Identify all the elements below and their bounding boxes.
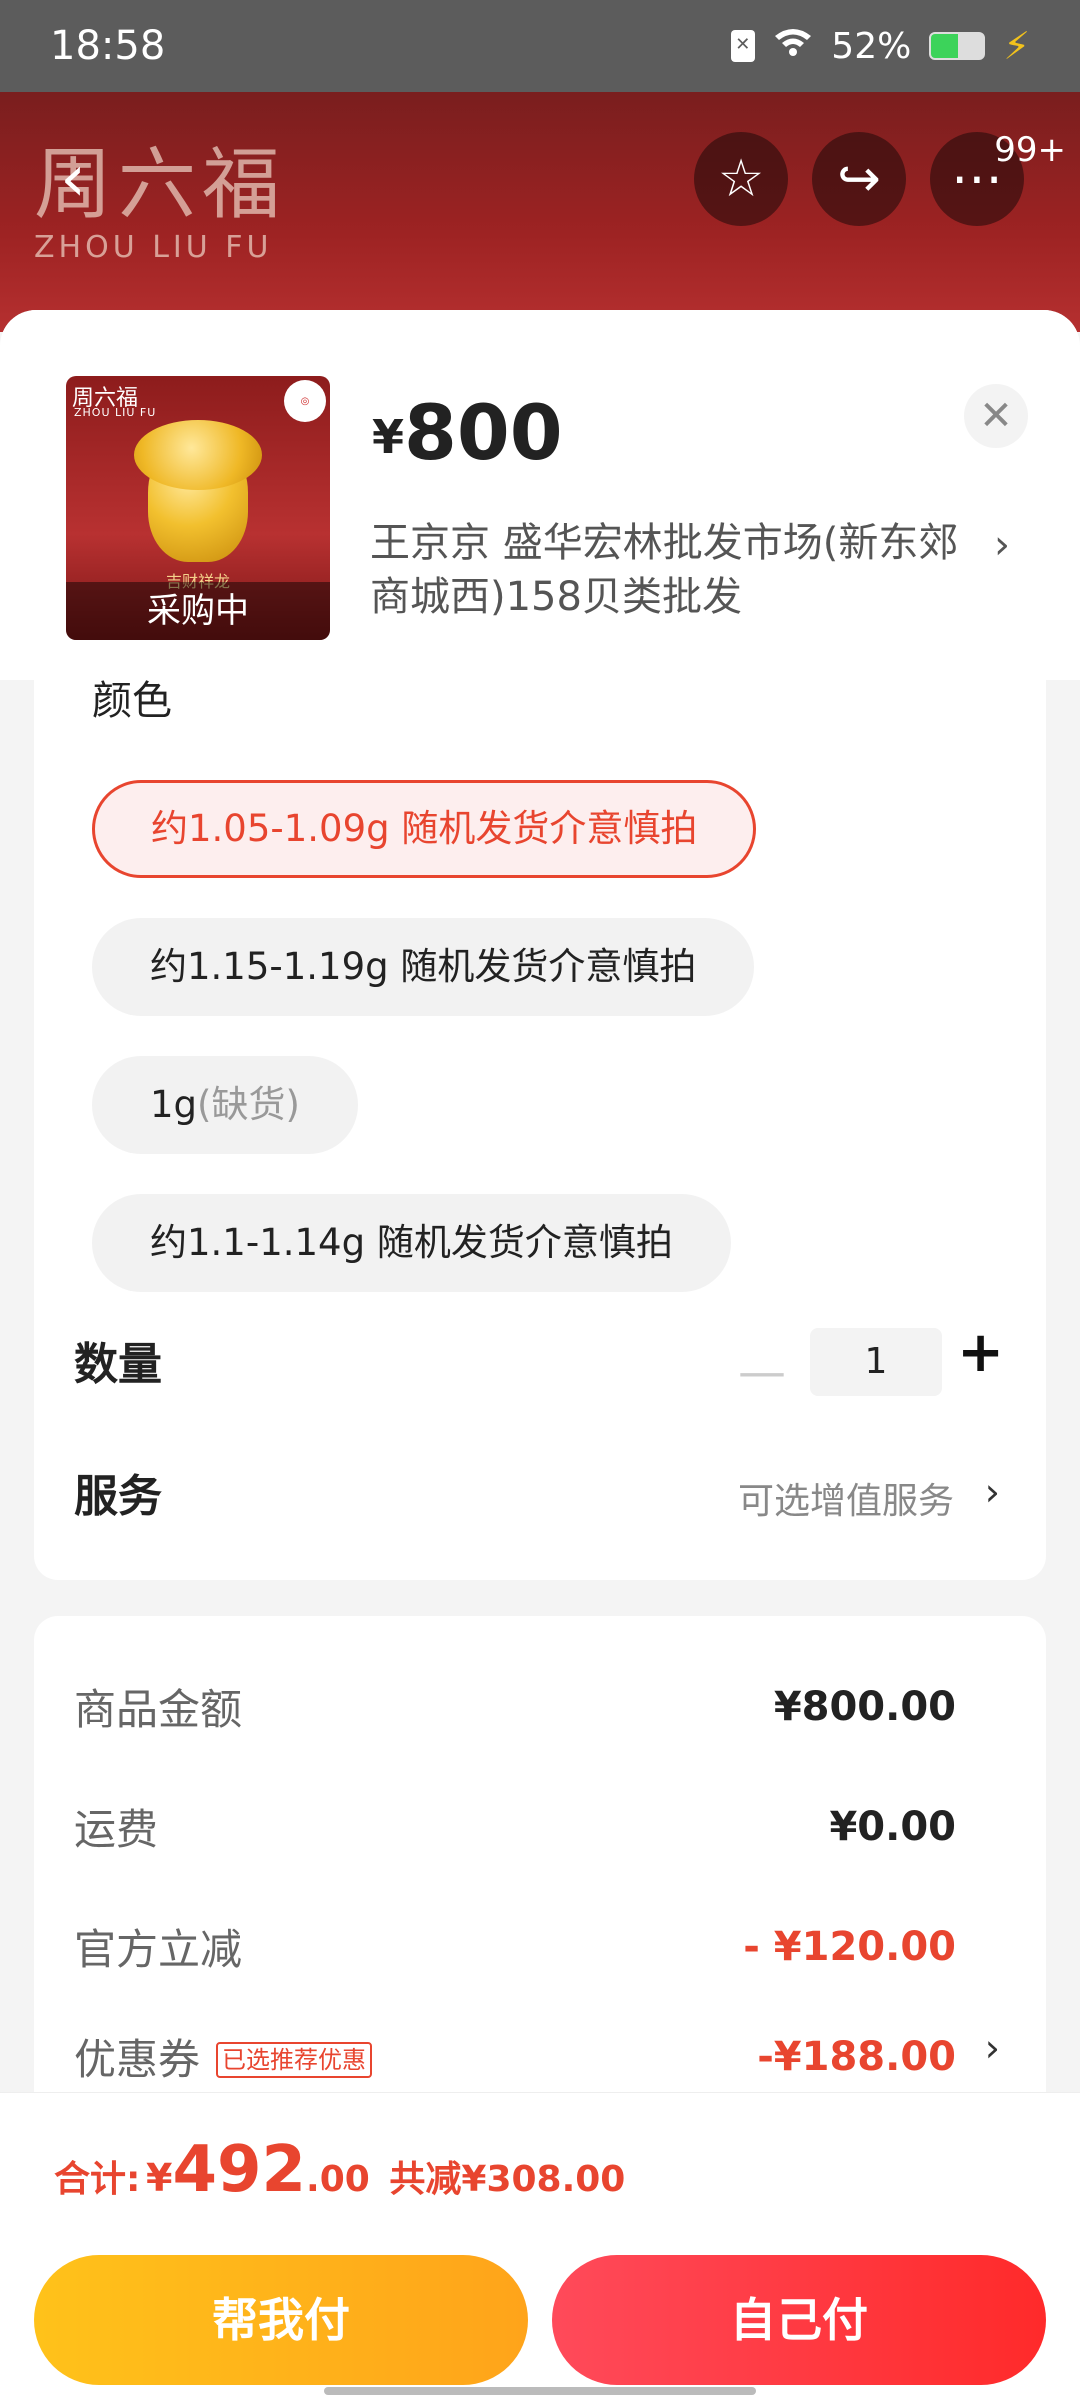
price-currency: ¥ [372,410,405,464]
checkout-bar: 合计: ¥492.00 共减¥308.00 帮我付 自己付 [0,2092,1080,2401]
coupon-label-group: 优惠券 已选推荐优惠 [74,2026,373,2087]
official-discount-value: - ¥120.00 [743,1923,956,1970]
spec-card: 颜色 约1.05-1.09g 随机发货介意慎拍 约1.15-1.19g 随机发货… [34,678,1046,1580]
spec-option-label: 1g [150,1083,198,1126]
spec-option[interactable]: 1g(缺货) [92,1056,358,1154]
spec-option[interactable]: 约1.1-1.14g 随机发货介意慎拍 [92,1194,731,1292]
wifi-icon [773,26,813,67]
product-summary: 周六福 ZHOU LIU FU ◎ 吉财祥龙 采购中 ¥800 ✕ 王京京 盛华… [0,310,1080,680]
shipping-label: 运费 [74,1805,159,1854]
brand-name-en: ZHOU LIU FU [34,230,273,265]
total-label: 合计: [54,2159,141,2200]
goods-amount-label: 商品金额 [74,1685,243,1734]
product-price: ¥800 [372,388,563,477]
coupon-value: -¥188.00 [757,2033,956,2080]
total-saved: 共减¥308.00 [389,2159,626,2200]
increment-button[interactable]: + [957,1320,1004,1385]
decrement-button[interactable]: — [738,1344,786,1400]
charging-icon: ⚡ [1003,24,1030,68]
spec-option-label: 约1.1-1.14g 随机发货介意慎拍 [150,1221,673,1264]
spec-option[interactable]: 约1.15-1.19g 随机发货介意慎拍 [92,918,755,1016]
battery-icon [929,32,986,60]
total-currency: ¥ [145,2156,173,2200]
self-pay-button[interactable]: 自己付 [552,2255,1046,2385]
goods-amount-row: 商品金额 ¥800.00 [74,1676,956,1737]
spec-option-label: 约1.15-1.19g 随机发货介意慎拍 [150,945,697,988]
share-icon: ↪ [837,149,881,209]
spec-option-stock: (缺货) [197,1083,300,1126]
product-thumbnail[interactable]: 周六福 ZHOU LIU FU ◎ 吉财祥龙 采购中 [66,376,330,640]
home-indicator[interactable] [324,2387,756,2395]
favorite-button[interactable]: ☆ [694,132,788,226]
shop-name[interactable]: 王京京 盛华宏林批发市场(新东郊商城西)158贝类批发 [370,516,960,624]
share-button[interactable]: ↪ [812,132,906,226]
total-integer: 492 [172,2133,307,2207]
shipping-value: ¥0.00 [829,1803,956,1850]
chevron-right-icon[interactable]: › [994,522,1010,568]
help-pay-button[interactable]: 帮我付 [34,2255,528,2385]
thumb-brand-en: ZHOU LIU FU [74,406,157,419]
quantity-label: 数量 [74,1339,162,1390]
battery-percent: 52% [831,25,912,67]
total-decimal: .00 [306,2159,370,2200]
official-discount-row: 官方立减 - ¥120.00 [74,1916,956,1977]
goods-amount-value: ¥800.00 [773,1683,956,1730]
total-line: 合计: ¥492.00 共减¥308.00 [54,2133,625,2207]
close-button[interactable]: ✕ [964,384,1028,448]
store-logo-icon: ◎ [284,380,326,422]
purchase-sheet: 周六福 ZHOU LIU FU ◎ 吉财祥龙 采购中 ¥800 ✕ 王京京 盛华… [0,310,1080,2400]
gold-dragon-image [134,420,262,562]
thumb-status: 采购中 [66,582,330,640]
spec-option[interactable]: 约1.05-1.09g 随机发货介意慎拍 [92,780,757,878]
coupon-tag: 已选推荐优惠 [216,2042,373,2078]
close-icon: ✕ [979,393,1013,439]
notification-badge: 99+ [994,130,1066,170]
shipping-row: 运费 ¥0.00 [74,1796,956,1857]
sim-icon [731,30,756,62]
status-icons: 52% ⚡ [731,24,1030,68]
back-button[interactable]: ‹ [28,134,118,224]
quantity-input[interactable]: 1 [810,1328,942,1396]
status-time: 18:58 [50,23,166,69]
chevron-right-icon[interactable]: › [985,1470,1000,1514]
price-value: 800 [404,388,563,477]
star-icon: ☆ [717,149,765,209]
coupon-label: 优惠券 [74,2035,201,2084]
service-label: 服务 [74,1471,162,1522]
product-page-header: 周六福 ZHOU LIU FU ‹ ☆ ↪ ⋯ 99+ [0,92,1080,332]
official-discount-label: 官方立减 [74,1925,243,1974]
service-hint[interactable]: 可选增值服务 [738,1472,954,1524]
coupon-row[interactable]: 优惠券 已选推荐优惠 -¥188.00 [74,2026,956,2087]
chevron-left-icon: ‹ [60,142,86,216]
price-summary: 商品金额 ¥800.00 运费 ¥0.00 官方立减 - ¥120.00 优惠券… [34,1616,1046,2116]
status-bar: 18:58 52% ⚡ [0,0,1080,92]
chevron-right-icon[interactable]: › [985,2026,1000,2070]
spec-option-label: 约1.05-1.09g 随机发货介意慎拍 [151,807,698,850]
spec-title: 颜色 [92,678,172,724]
